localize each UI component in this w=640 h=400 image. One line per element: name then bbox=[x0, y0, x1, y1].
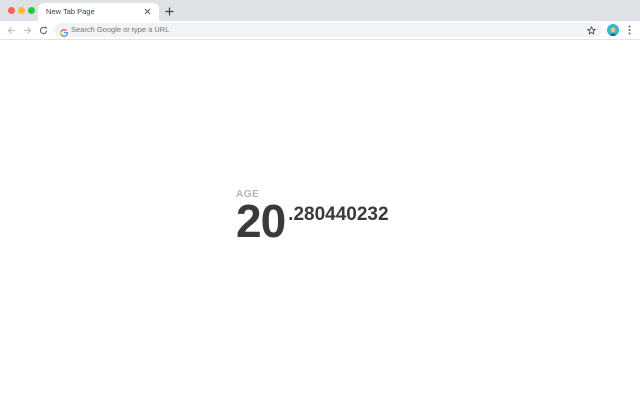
minimize-window-button[interactable] bbox=[18, 7, 25, 14]
browser-window: New Tab Page Search Google or type a URL… bbox=[0, 0, 640, 400]
close-icon[interactable] bbox=[142, 6, 153, 17]
star-icon[interactable] bbox=[585, 24, 597, 36]
tab-title: New Tab Page bbox=[46, 7, 95, 16]
arrow-left-icon[interactable] bbox=[5, 24, 17, 36]
age-integer: 20 bbox=[236, 195, 286, 247]
google-g-icon bbox=[59, 25, 69, 37]
plus-icon[interactable] bbox=[163, 5, 175, 17]
maximize-window-button[interactable] bbox=[28, 7, 35, 14]
age-widget: AGE 20 .280440232 bbox=[236, 189, 389, 247]
age-value: 20 .280440232 bbox=[236, 195, 389, 247]
close-window-button[interactable] bbox=[8, 7, 15, 14]
reload-icon[interactable] bbox=[37, 24, 49, 36]
search-input[interactable]: Search Google or type a URL bbox=[71, 25, 169, 35]
avatar[interactable] bbox=[607, 24, 619, 36]
kebab-menu-icon[interactable] bbox=[624, 24, 634, 36]
new-tab-content: AGE 20 .280440232 bbox=[0, 40, 640, 400]
toolbar: Search Google or type a URL bbox=[0, 21, 640, 40]
address-bar[interactable]: Search Google or type a URL bbox=[54, 23, 602, 37]
age-fraction: .280440232 bbox=[288, 204, 389, 225]
tab-strip: New Tab Page bbox=[0, 0, 640, 21]
tab-new-tab-page[interactable]: New Tab Page bbox=[38, 3, 159, 21]
arrow-right-icon[interactable] bbox=[21, 24, 33, 36]
